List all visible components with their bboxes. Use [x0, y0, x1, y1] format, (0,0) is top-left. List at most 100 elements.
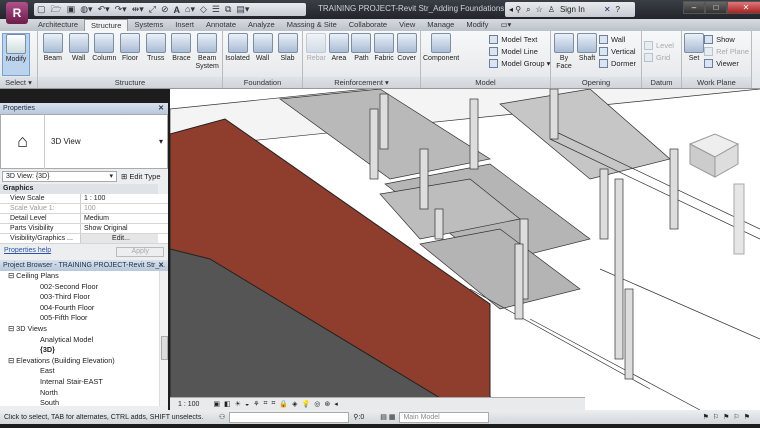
column[interactable] — [624, 288, 634, 380]
select-dropdown[interactable]: Select ▾ — [0, 77, 37, 88]
tree-leaf[interactable]: 005-Fifth Floor — [0, 313, 168, 324]
edit-type-button[interactable]: ⊞ Edit Type — [121, 172, 161, 181]
new-icon[interactable]: ▢ — [37, 4, 46, 15]
dormer-button[interactable]: Dormer — [599, 59, 636, 68]
grid-button[interactable]: Grid — [644, 53, 674, 62]
model-text-button[interactable]: Model Text — [489, 35, 550, 44]
thin-lines-icon[interactable]: ☰ — [212, 4, 220, 15]
property-value[interactable]: Show Original — [80, 224, 158, 233]
close-icon[interactable]: ✕ — [158, 103, 164, 114]
maximize-button[interactable]: □ — [705, 1, 727, 14]
apply-button[interactable]: Apply — [116, 247, 164, 257]
crop-icon[interactable]: ⌗ — [263, 400, 267, 408]
tab-insert[interactable]: Insert — [169, 19, 200, 31]
tab-analyze[interactable]: Analyze — [242, 19, 281, 31]
navigation-bar[interactable] — [733, 183, 745, 255]
minimize-button[interactable]: – — [683, 1, 705, 14]
tab-modify[interactable]: Modify — [460, 19, 494, 31]
star-icon[interactable]: ☆ — [536, 5, 543, 14]
column[interactable] — [669, 148, 679, 230]
model-line-button[interactable]: Model Line — [489, 47, 550, 56]
design-option-select[interactable]: Main Model — [399, 411, 490, 423]
tab-collaborate[interactable]: Collaborate — [343, 19, 393, 31]
tree-leaf[interactable]: North — [0, 388, 168, 399]
tab-structure[interactable]: Structure — [84, 19, 129, 31]
text-icon[interactable]: A — [174, 5, 181, 15]
viewer-button[interactable]: Viewer — [704, 59, 749, 68]
close-hidden-icon[interactable]: ⧉ — [225, 4, 231, 15]
temp-hide-icon[interactable]: ◈ — [292, 400, 297, 408]
open-icon[interactable]: 🗁 — [51, 2, 62, 18]
design-options-icon[interactable]: ▤ ▦ — [380, 413, 395, 421]
column[interactable] — [419, 148, 429, 210]
switch-windows-icon[interactable]: ▤▾ — [236, 4, 249, 15]
tab-view[interactable]: View — [393, 19, 421, 31]
view-scale[interactable]: 1 : 100 — [178, 401, 199, 408]
lock-view-icon[interactable]: 🔒 — [279, 400, 288, 408]
application-menu-button[interactable]: R — [6, 2, 28, 24]
tree-node[interactable]: ⊟ Elevations (Building Elevation) — [0, 356, 168, 367]
sign-in-button[interactable]: Sign In — [560, 5, 585, 14]
tree-leaf[interactable]: Analytical Model — [0, 335, 168, 346]
measure-icon[interactable]: ⇹▾ — [132, 4, 144, 15]
sync-icon[interactable]: ◍▾ — [80, 4, 92, 15]
render-icon[interactable]: ⚘ — [253, 400, 259, 408]
visual-style-icon[interactable]: ◧ — [224, 400, 231, 408]
tree-leaf[interactable]: 002-Second Floor — [0, 282, 168, 293]
type-selector[interactable]: ⌂ 3D View ▾ — [0, 114, 168, 169]
constraints-icon[interactable]: ⊛ — [324, 400, 330, 408]
binoculars-icon[interactable]: ◂ ⚲ — [509, 5, 521, 14]
3d-viewport[interactable] — [170, 89, 760, 410]
tree-node[interactable]: ⊟ Ceiling Plans — [0, 271, 168, 282]
close-button[interactable]: ✕ — [727, 1, 760, 14]
property-value[interactable]: Medium — [80, 214, 158, 223]
column[interactable] — [614, 178, 624, 360]
tree-node[interactable]: ⊟ 3D Views — [0, 324, 168, 335]
viewcube[interactable] — [688, 133, 740, 178]
modify-button[interactable]: Modify — [2, 33, 30, 76]
tab-annotate[interactable]: Annotate — [200, 19, 242, 31]
tab-manage[interactable]: Manage — [421, 19, 460, 31]
dimension-icon[interactable]: ⤢ — [149, 4, 156, 15]
exchange-icon[interactable]: ✕ — [604, 5, 611, 14]
workset-select[interactable] — [229, 411, 350, 423]
search-icon[interactable]: ⌕ — [526, 5, 530, 15]
analytical-model-icon[interactable]: ◎ — [314, 400, 320, 408]
undo-icon[interactable]: ↶▾ — [98, 4, 110, 15]
collapse-icon[interactable]: ⊟ — [8, 356, 16, 365]
scrollbar[interactable] — [159, 271, 168, 406]
graphics-group-header[interactable]: Graphics — [0, 184, 158, 194]
help-button[interactable]: ? — [616, 5, 620, 14]
tree-leaf[interactable]: {3D} — [0, 345, 168, 356]
tree-leaf[interactable]: 004-Fourth Floor — [0, 303, 168, 314]
tree-leaf[interactable]: 003-Third Floor — [0, 292, 168, 303]
column[interactable] — [369, 108, 379, 180]
collapse-icon[interactable]: ⊟ — [8, 324, 16, 333]
property-value[interactable]: Edit... — [80, 234, 158, 243]
tree-leaf[interactable]: East — [0, 366, 168, 377]
3d-view-icon[interactable]: ⌂▾ — [185, 4, 195, 15]
selection-filter-icons[interactable]: ⚑⚐⚑⚐⚑ — [703, 413, 754, 421]
property-value[interactable]: 1 : 100 — [80, 194, 158, 203]
column[interactable] — [379, 93, 389, 150]
reveal-hidden-icon[interactable]: 💡 — [301, 400, 310, 408]
detail-level-icon[interactable]: ▣ — [213, 400, 220, 408]
tab-systems[interactable]: Systems — [128, 19, 169, 31]
column[interactable] — [434, 208, 444, 240]
tab-massing-site[interactable]: Massing & Site — [281, 19, 343, 31]
section-icon[interactable]: ◇ — [200, 4, 207, 15]
redo-icon[interactable]: ↷▾ — [115, 4, 127, 15]
shadows-icon[interactable]: ◒ — [245, 401, 249, 408]
column[interactable] — [549, 89, 559, 140]
show-crop-icon[interactable]: ⌗ — [271, 400, 275, 408]
level-button[interactable]: Level — [644, 41, 674, 50]
show-button[interactable]: Show — [704, 35, 749, 44]
ribbon-minimize-button[interactable]: ▭▾ — [494, 19, 517, 31]
instance-filter-select[interactable]: 3D View: {3D} ▾ — [2, 171, 117, 182]
tree-leaf[interactable]: South — [0, 398, 168, 406]
close-icon[interactable]: ✕ — [158, 260, 164, 271]
wall-opening-button[interactable]: Wall — [599, 35, 636, 44]
tree-leaf[interactable]: Internal Stair-EAST — [0, 377, 168, 388]
tag-icon[interactable]: ⊘ — [161, 4, 169, 15]
vertical-opening-button[interactable]: Vertical — [599, 47, 636, 56]
